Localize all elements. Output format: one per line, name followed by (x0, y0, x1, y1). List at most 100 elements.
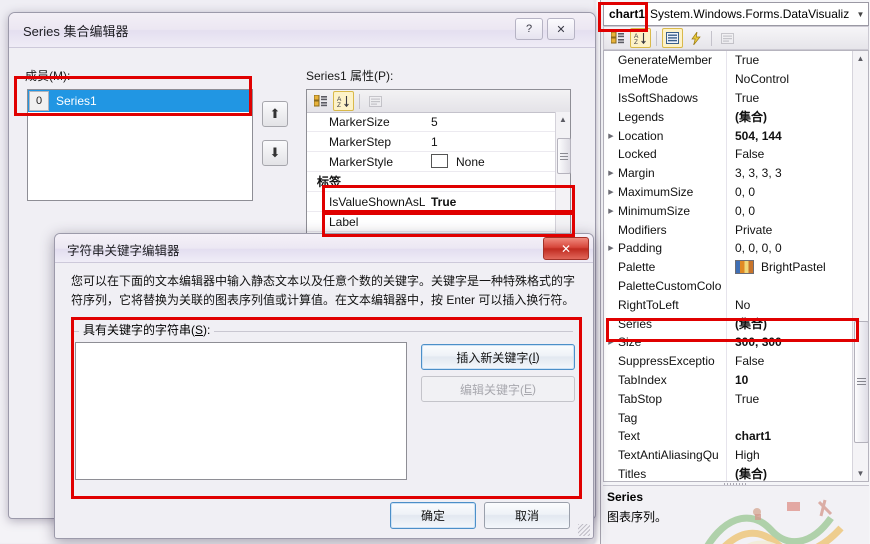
property-value[interactable]: chart1 (726, 426, 868, 446)
close-icon[interactable]: ✕ (543, 237, 589, 260)
property-row[interactable]: ▶ MaximumSize 0, 0 (604, 182, 868, 202)
expander-icon[interactable]: ▶ (604, 132, 618, 140)
property-row[interactable]: TabIndex 10 (604, 370, 868, 390)
property-value[interactable]: True (425, 195, 570, 209)
property-row[interactable]: Locked False (604, 144, 868, 164)
property-value[interactable]: None (425, 154, 570, 169)
property-row[interactable]: TabStop True (604, 389, 868, 409)
property-key: Locked (618, 147, 657, 162)
property-key: RightToLeft (618, 297, 679, 312)
property-value[interactable]: 5 (425, 115, 570, 129)
help-button[interactable]: ? (515, 18, 543, 40)
property-row[interactable]: ▶ Location 504, 144 (604, 126, 868, 145)
keyword-dialog-titlebar: 字符串关键字编辑器 ✕ (55, 234, 593, 263)
property-row[interactable]: MarkerSize 5 (307, 112, 570, 132)
categorized-icon[interactable] (310, 91, 331, 111)
ok-button[interactable]: 确定 (390, 502, 476, 529)
property-value[interactable] (726, 408, 868, 427)
expander-icon[interactable]: ▶ (604, 169, 618, 177)
list-item[interactable]: 0 Series1 (28, 90, 252, 112)
property-row[interactable]: Titles (集合) (604, 464, 868, 481)
scroll-up-icon[interactable]: ▲ (556, 112, 570, 126)
property-value[interactable]: (集合) (726, 314, 868, 333)
property-value[interactable]: NoControl (726, 69, 868, 89)
property-row[interactable]: ▶ Margin 3, 3, 3, 3 (604, 163, 868, 183)
property-row[interactable]: ▶ Padding 0, 0, 0, 0 (604, 238, 868, 258)
alphabetical-icon[interactable]: AZ (333, 91, 354, 111)
btn-post: ) (532, 382, 536, 396)
property-value[interactable] (726, 276, 868, 296)
property-value[interactable]: False (726, 351, 868, 371)
property-row[interactable]: MarkerStyle None (307, 152, 570, 172)
move-up-button[interactable]: ⬆ (262, 101, 288, 127)
property-key: MarkerStyle (329, 154, 394, 169)
property-value[interactable]: 0, 0 (726, 201, 868, 221)
property-row[interactable]: SuppressExceptio False (604, 351, 868, 371)
property-value[interactable]: 3, 3, 3, 3 (726, 163, 868, 183)
property-value[interactable]: True (726, 88, 868, 108)
property-value[interactable]: True (726, 51, 868, 70)
property-row[interactable]: GenerateMember True (604, 51, 868, 70)
chevron-down-icon[interactable]: ▼ (853, 10, 868, 19)
resize-grip[interactable] (578, 524, 590, 536)
properties-grid[interactable]: GenerateMember True ImeMode NoControl IsSoft… (603, 50, 869, 482)
property-value[interactable]: (集合) (726, 107, 868, 127)
move-down-button[interactable]: ⬇ (262, 140, 288, 166)
property-row-label[interactable]: Label (307, 212, 570, 232)
close-icon[interactable]: ✕ (547, 18, 575, 40)
expander-icon[interactable]: ▶ (604, 338, 618, 346)
property-category-row[interactable]: 标签 (307, 172, 570, 192)
property-value[interactable]: False (726, 144, 868, 164)
property-row[interactable]: RightToLeft No (604, 295, 868, 315)
property-value[interactable]: High (726, 445, 868, 465)
property-row[interactable]: TextAntiAliasingQu High (604, 445, 868, 465)
property-value[interactable]: Private (726, 220, 868, 239)
scroll-down-icon[interactable]: ▼ (853, 466, 868, 481)
object-selector-combobox[interactable]: chart1 System.Windows.Forms.DataVisualiz… (603, 2, 869, 26)
property-value[interactable]: BrightPastel (726, 257, 868, 277)
property-row[interactable]: ImeMode NoControl (604, 69, 868, 89)
insert-keyword-button[interactable]: 插入新关键字(I) (421, 344, 575, 370)
property-value[interactable]: 10 (726, 370, 868, 390)
property-row[interactable]: ▶ MinimumSize 0, 0 (604, 201, 868, 221)
property-key: MaximumSize (618, 184, 694, 199)
cancel-button[interactable]: 取消 (484, 502, 570, 529)
scrollbar-thumb[interactable] (854, 321, 868, 443)
keyword-string-input[interactable] (75, 342, 407, 480)
alphabetical-icon[interactable]: AZ (630, 28, 651, 48)
expander-icon[interactable]: ▶ (604, 244, 618, 252)
property-row[interactable]: Legends (集合) (604, 107, 868, 127)
properties-scrollbar[interactable]: ▲ ▼ (852, 51, 868, 481)
property-row[interactable]: Modifiers Private (604, 220, 868, 239)
property-key: PaletteCustomColo (618, 278, 722, 293)
property-row[interactable]: MarkerStep 1 (307, 132, 570, 152)
label-accesskey: S (195, 323, 204, 337)
categorized-icon[interactable] (607, 28, 628, 48)
property-row-isvalueshownaslabel[interactable]: IsValueShownAsL True (307, 192, 570, 212)
property-row[interactable]: Tag (604, 408, 868, 427)
property-value[interactable]: No (726, 295, 868, 315)
property-row[interactable]: Series (集合) (604, 314, 868, 333)
property-row[interactable]: ▶ Size 300, 300 (604, 332, 868, 352)
property-value[interactable]: 0, 0 (726, 182, 868, 202)
scroll-up-icon[interactable]: ▲ (853, 51, 868, 66)
property-value[interactable]: (集合) (726, 464, 868, 481)
properties-icon[interactable] (662, 28, 683, 48)
scrollbar-thumb[interactable] (557, 138, 571, 174)
members-listbox[interactable]: 0 Series1 (27, 89, 253, 201)
property-value[interactable]: 504, 144 (726, 126, 868, 145)
property-value[interactable]: True (726, 389, 868, 409)
property-key: Tag (618, 410, 638, 425)
property-row[interactable]: PaletteCustomColo (604, 276, 868, 296)
expander-icon[interactable]: ▶ (604, 207, 618, 215)
property-row[interactable]: Palette BrightPastel (604, 257, 868, 277)
property-value[interactable]: 0, 0, 0, 0 (726, 238, 868, 258)
property-key: IsValueShownAsL (329, 194, 425, 209)
property-value[interactable]: 1 (425, 135, 570, 149)
property-pages-icon (717, 28, 738, 48)
property-value[interactable]: 300, 300 (726, 332, 868, 352)
property-row[interactable]: Text chart1 (604, 426, 868, 446)
events-icon[interactable] (685, 28, 706, 48)
property-row[interactable]: IsSoftShadows True (604, 88, 868, 108)
expander-icon[interactable]: ▶ (604, 188, 618, 196)
